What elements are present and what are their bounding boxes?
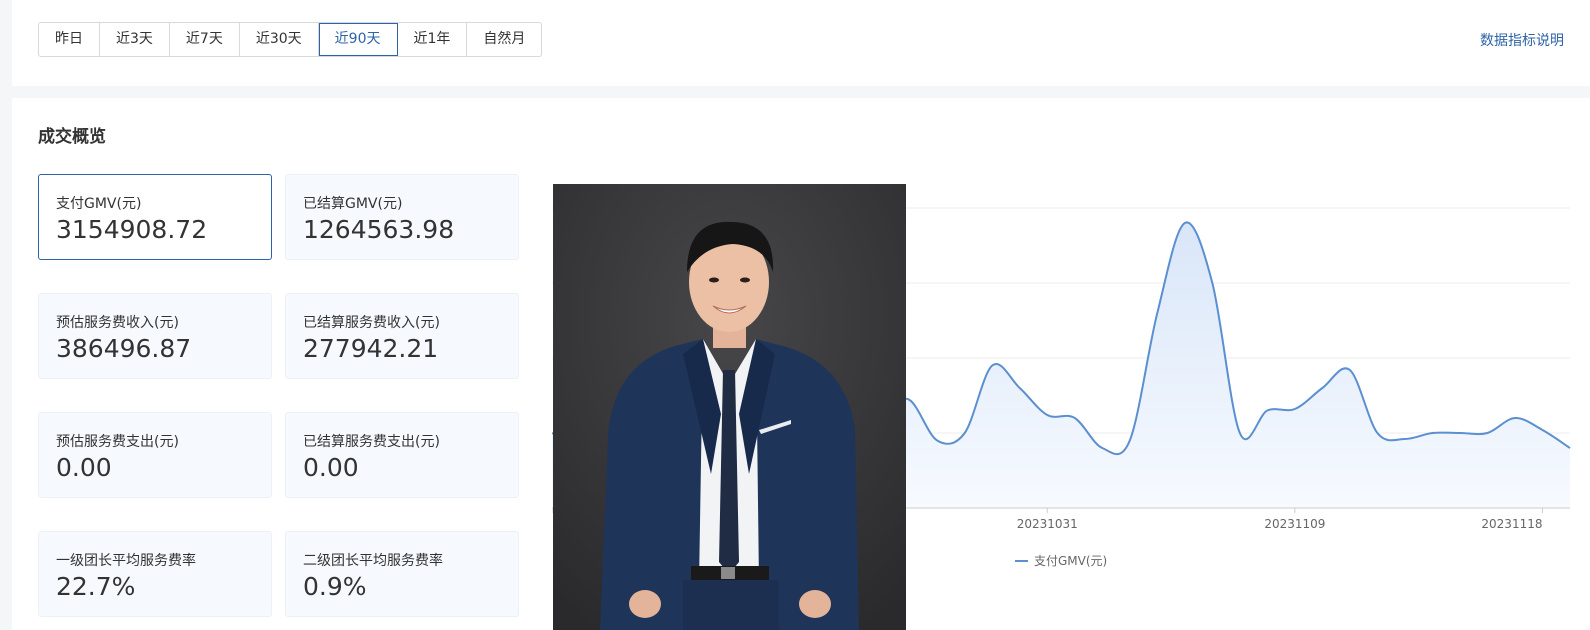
metric-label: 已结算服务费支出(元) — [303, 434, 440, 450]
x-tick-label: 20231031 — [1017, 517, 1078, 531]
x-tick-label: 20231118 — [1481, 517, 1542, 531]
metric-value: 1264563.98 — [303, 215, 455, 244]
metric-card[interactable]: 已结算GMV(元) 1264563.98 — [285, 174, 519, 260]
date-range-option[interactable]: 近30天 — [240, 23, 319, 56]
metric-card[interactable]: 已结算服务费收入(元) 277942.21 — [285, 293, 519, 379]
date-range-option[interactable]: 近90天 — [318, 23, 398, 56]
deal-overview-panel: 成交概览 支付GMV(元) 3154908.72 已结算GMV(元) 1264563.… — [12, 98, 1590, 630]
chart-legend[interactable]: 支付GMV(元) — [1015, 554, 1107, 568]
date-range-option[interactable]: 近7天 — [170, 23, 240, 56]
legend-label: 支付GMV(元) — [1034, 554, 1107, 568]
metric-value: 0.00 — [303, 453, 359, 482]
section-title: 成交概览 — [38, 127, 106, 147]
date-filter-bar: 昨日 近3天 近7天 近30天 近90天 近1年 自然月 数据指标说明 — [12, 0, 1590, 86]
metric-card[interactable]: 二级团长平均服务费率 0.9% — [285, 531, 519, 617]
metric-label: 已结算GMV(元) — [303, 196, 403, 212]
metric-card[interactable]: 已结算服务费支出(元) 0.00 — [285, 412, 519, 498]
metric-card[interactable]: 一级团长平均服务费率 22.7% — [38, 531, 272, 617]
metric-value: 0.00 — [56, 453, 112, 482]
metric-label: 预估服务费支出(元) — [56, 434, 179, 450]
date-range-selector: 昨日 近3天 近7天 近30天 近90天 近1年 自然月 — [38, 22, 543, 57]
date-range-option[interactable]: 昨日 — [39, 23, 100, 56]
metric-value: 277942.21 — [303, 334, 439, 363]
person-photo — [553, 184, 906, 630]
metric-value: 386496.87 — [56, 334, 192, 363]
x-tick-label: 20231109 — [1264, 517, 1325, 531]
metric-card[interactable]: 支付GMV(元) 3154908.72 — [38, 174, 272, 260]
metric-value: 0.9% — [303, 572, 367, 601]
metric-label: 支付GMV(元) — [56, 196, 142, 212]
metric-value: 3154908.72 — [56, 215, 208, 244]
metric-label: 已结算服务费收入(元) — [303, 315, 440, 331]
metric-label: 预估服务费收入(元) — [56, 315, 179, 331]
date-range-option[interactable]: 近3天 — [100, 23, 170, 56]
date-range-option[interactable]: 自然月 — [467, 23, 541, 56]
metric-label: 二级团长平均服务费率 — [303, 553, 443, 569]
metric-help-link[interactable]: 数据指标说明 — [1480, 30, 1564, 50]
metric-label: 一级团长平均服务费率 — [56, 553, 196, 569]
metric-value: 22.7% — [56, 572, 136, 601]
date-range-option[interactable]: 近1年 — [398, 23, 468, 56]
metric-card[interactable]: 预估服务费收入(元) 386496.87 — [38, 293, 272, 379]
metric-card[interactable]: 预估服务费支出(元) 0.00 — [38, 412, 272, 498]
